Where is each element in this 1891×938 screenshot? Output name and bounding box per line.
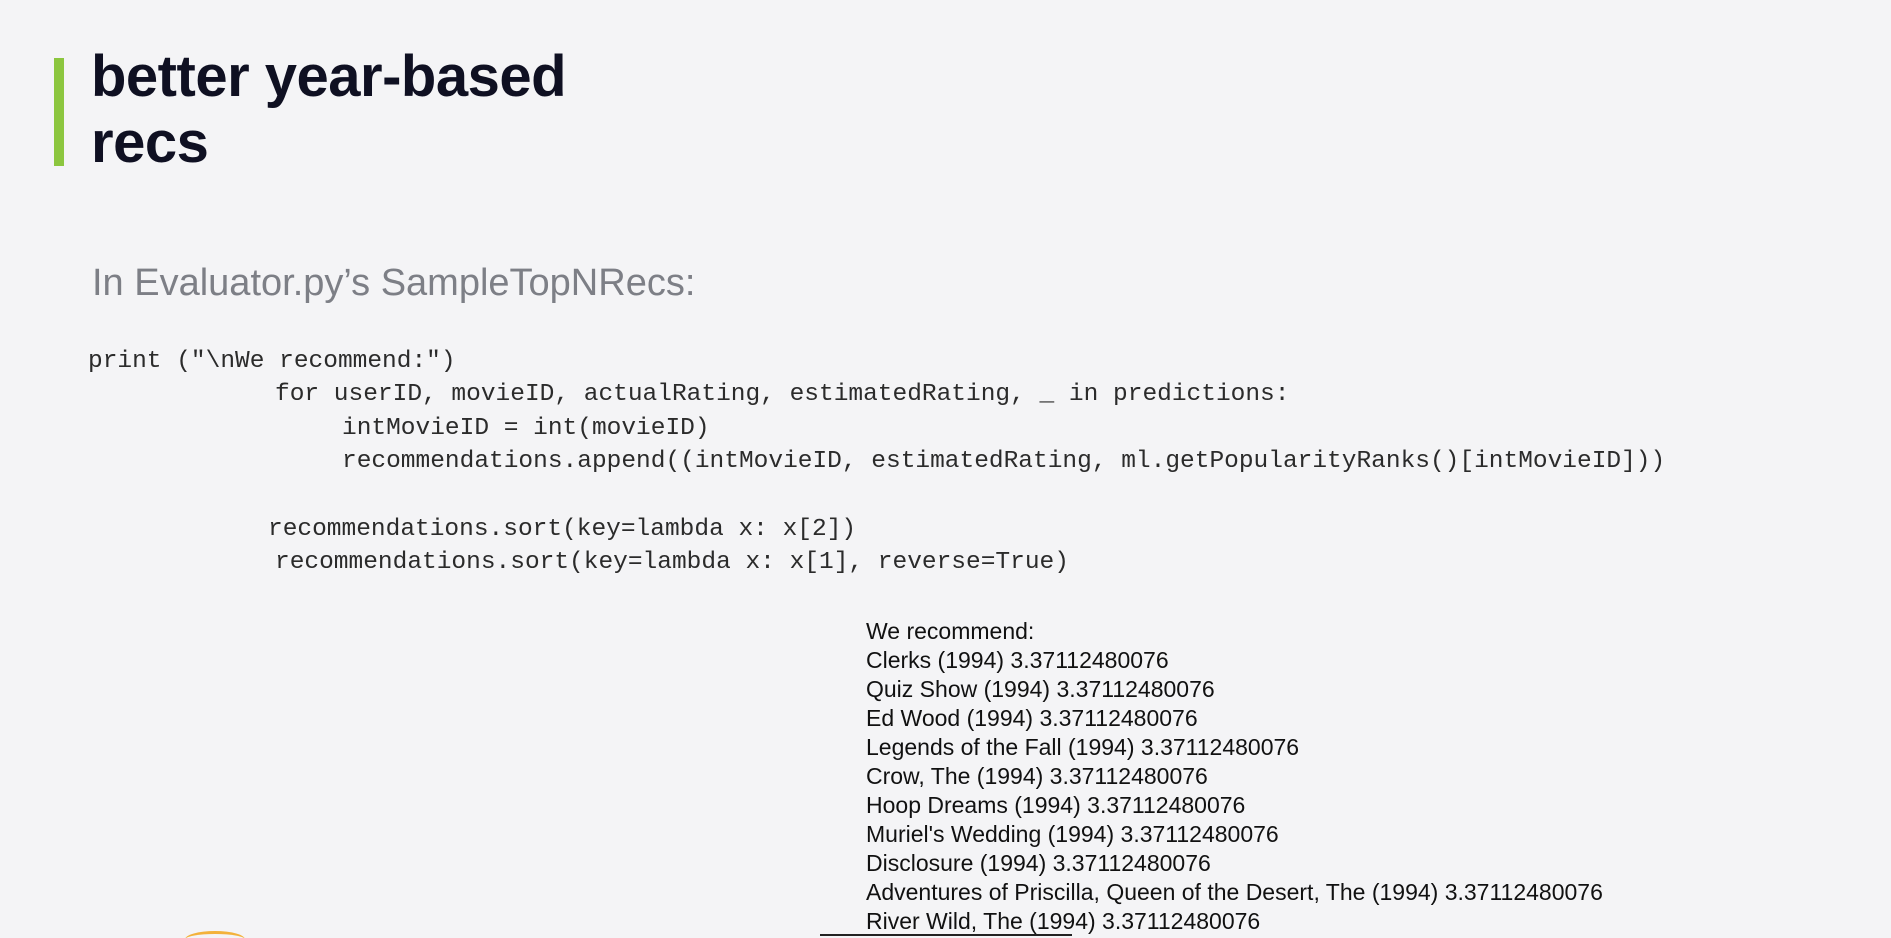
output-line: Disclosure (1994) 3.37112480076 [866,850,1211,876]
output-line: Quiz Show (1994) 3.37112480076 [866,676,1215,702]
code-block: print ("\nWe recommend:") for userID, mo… [0,0,1665,576]
output-line: Legends of the Fall (1994) 3.37112480076 [866,734,1300,760]
divider-line [820,934,1072,936]
output-line: River Wild, The (1994) 3.37112480076 [866,908,1261,934]
output-line: Adventures of Priscilla, Queen of the De… [866,879,1603,905]
slide-title-line-2: recs [91,110,209,175]
code-line: recommendations.append((intMovieID, esti… [342,448,1666,475]
output-line: Muriel's Wedding (1994) 3.37112480076 [866,821,1279,847]
output-line: Clerks (1994) 3.37112480076 [866,647,1169,673]
slide-title-line-1: better year-based [91,44,567,109]
code-line: for userID, movieID, actualRating, estim… [275,381,1290,408]
output-line: Ed Wood (1994) 3.37112480076 [866,705,1198,731]
code-line: recommendations.sort(key=lambda x: x[2]) [268,516,857,543]
code-line: recommendations.sort(key=lambda x: x[1],… [275,549,1069,576]
slide: better year-based recs In Evaluator.py’s… [0,0,1891,938]
output-line: Hoop Dreams (1994) 3.37112480076 [866,792,1246,818]
slide-subtitle: In Evaluator.py’s SampleTopNRecs: [92,262,696,304]
slide-title: better year-based recs [91,44,567,176]
console-output: We recommend: Clerks (1994) 3.3711248007… [866,617,1603,936]
output-line: Crow, The (1994) 3.37112480076 [866,763,1208,789]
code-line: intMovieID = int(movieID) [342,415,710,442]
code-line: print ("\nWe recommend:") [88,348,456,375]
output-header: We recommend: [866,618,1035,644]
decorative-arc [185,931,245,938]
